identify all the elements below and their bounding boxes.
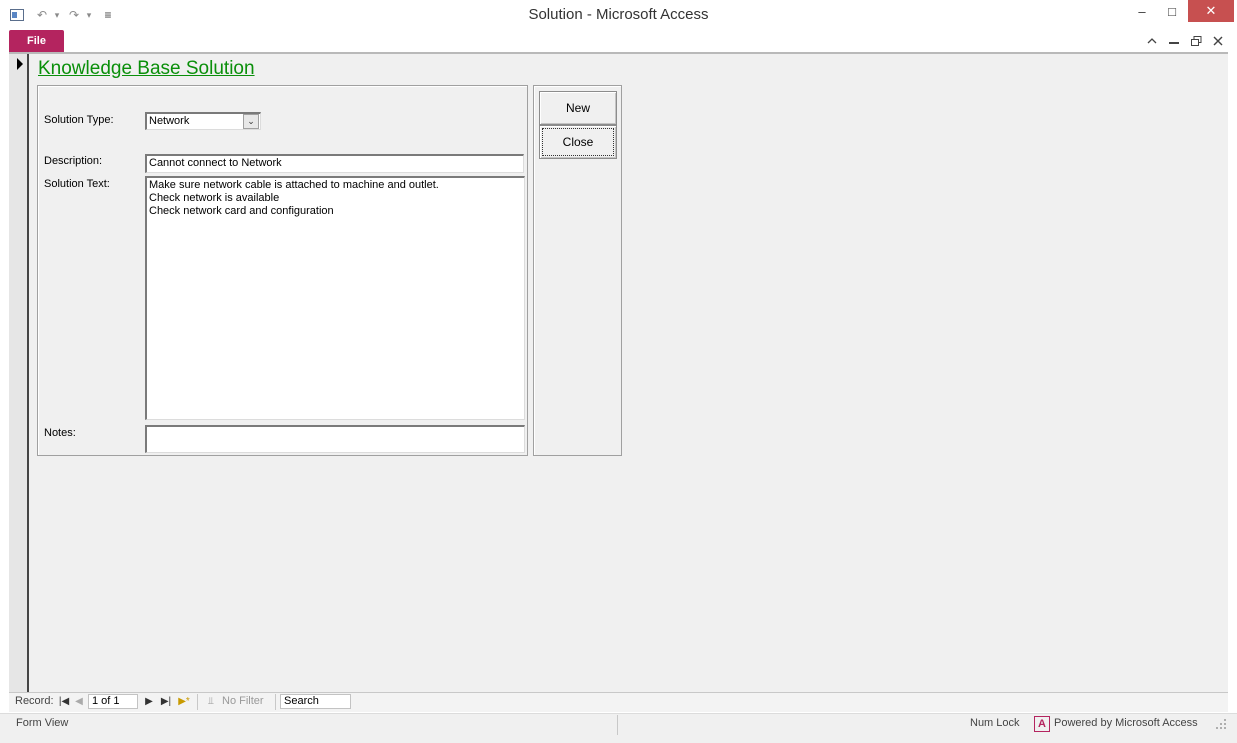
description-field[interactable]: Cannot connect to Network bbox=[145, 154, 524, 173]
collapse-ribbon-icon[interactable] bbox=[1143, 33, 1161, 49]
form-view-icon bbox=[10, 9, 24, 21]
no-filter-button[interactable]: No Filter bbox=[222, 695, 264, 707]
new-record-icon[interactable]: ▶* bbox=[176, 694, 192, 709]
minimize-icon bbox=[1169, 42, 1179, 44]
solution-type-value: Network bbox=[149, 115, 190, 127]
mdi-minimize-icon[interactable] bbox=[1165, 33, 1183, 49]
access-logo-icon: A bbox=[1034, 716, 1050, 732]
access-app-icon[interactable] bbox=[8, 6, 26, 24]
nav-separator bbox=[275, 694, 276, 710]
description-label: Description: bbox=[44, 155, 103, 167]
solution-text-label: Solution Text: bbox=[44, 178, 110, 190]
mdi-restore-icon[interactable] bbox=[1187, 33, 1205, 49]
resize-grip-icon[interactable] bbox=[1215, 718, 1227, 730]
window-border-right bbox=[1228, 30, 1237, 713]
new-button[interactable]: New bbox=[539, 91, 617, 125]
restore-icon bbox=[1190, 36, 1201, 46]
solution-type-dropdown-button[interactable]: ⌄ bbox=[243, 114, 259, 129]
record-label: Record: bbox=[15, 695, 54, 707]
resize-grip-dots bbox=[1216, 719, 1226, 729]
close-icon bbox=[1213, 36, 1223, 46]
window-title: Solution - Microsoft Access bbox=[528, 6, 709, 23]
maximize-button[interactable]: □ bbox=[1158, 0, 1186, 22]
previous-record-icon[interactable]: ◀ bbox=[74, 694, 84, 709]
search-input[interactable]: Search bbox=[280, 694, 351, 709]
close-window-button[interactable]: ✕ bbox=[1188, 0, 1234, 22]
current-record-arrow-icon bbox=[17, 58, 23, 70]
window-border-left bbox=[0, 30, 9, 713]
last-record-icon[interactable]: ▶| bbox=[160, 694, 172, 709]
notes-field[interactable] bbox=[145, 425, 525, 453]
status-bar bbox=[0, 713, 1237, 743]
solution-text-field[interactable]: Make sure network cable is attached to m… bbox=[145, 176, 525, 420]
undo-dropdown-icon[interactable]: ▾ bbox=[52, 6, 62, 24]
customize-qat-icon[interactable]: ≡ bbox=[101, 6, 115, 24]
redo-icon[interactable]: ↷ bbox=[66, 6, 82, 24]
solution-type-label: Solution Type: bbox=[44, 114, 114, 126]
next-record-icon[interactable]: ▶ bbox=[144, 694, 154, 709]
status-separator bbox=[617, 715, 618, 735]
view-status: Form View bbox=[16, 717, 69, 729]
nav-separator bbox=[197, 694, 198, 710]
minimize-button[interactable]: – bbox=[1128, 0, 1156, 22]
num-lock-status: Num Lock bbox=[970, 717, 1020, 729]
chevron-down-icon: ⌄ bbox=[247, 116, 255, 126]
form-title: Knowledge Base Solution bbox=[38, 58, 255, 79]
close-button[interactable]: Close bbox=[539, 125, 617, 159]
current-record-input[interactable]: 1 of 1 bbox=[88, 694, 138, 709]
redo-dropdown-icon[interactable]: ▾ bbox=[84, 6, 94, 24]
first-record-icon[interactable]: |◀ bbox=[58, 694, 70, 709]
chevron-up-icon bbox=[1147, 38, 1157, 44]
notes-label: Notes: bbox=[44, 427, 76, 439]
file-tab[interactable]: File bbox=[9, 30, 64, 52]
filter-icon: ⫫ bbox=[208, 696, 214, 707]
record-selector[interactable] bbox=[9, 54, 29, 692]
mdi-close-icon[interactable] bbox=[1209, 33, 1227, 49]
powered-by-label: Powered by Microsoft Access bbox=[1054, 717, 1198, 729]
undo-icon[interactable]: ↶ bbox=[34, 6, 50, 24]
